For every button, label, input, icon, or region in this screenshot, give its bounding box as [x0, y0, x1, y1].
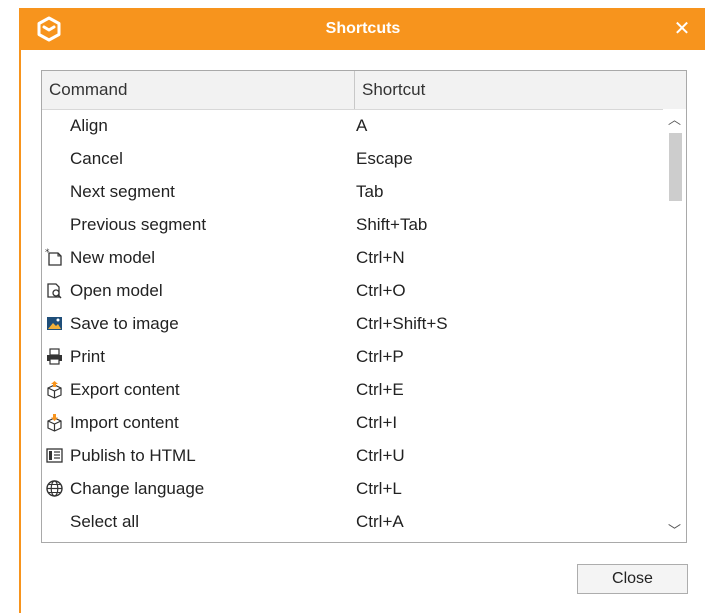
table-row[interactable]: Select all Ctrl+A — [42, 505, 665, 538]
shortcut-cell: Ctrl+P — [356, 347, 404, 366]
table-row[interactable]: Next segment Tab — [42, 175, 665, 208]
scrollbar-thumb[interactable] — [669, 133, 682, 201]
shortcut-cell: Ctrl+A — [356, 512, 404, 531]
printer-icon — [47, 348, 62, 365]
dialog-titlebar: Shortcuts ✕ — [21, 8, 705, 50]
open-document-icon — [47, 283, 62, 299]
column-header-shortcut[interactable]: Shortcut — [355, 71, 665, 109]
export-box-icon — [47, 381, 62, 399]
shortcuts-table: Command Shortcut Align A Cancel Escape N… — [41, 70, 687, 543]
table-row[interactable]: Previous segment Shift+Tab — [42, 208, 665, 241]
shortcut-cell: A — [356, 116, 368, 135]
shortcut-cell: Tab — [356, 182, 384, 201]
scroll-up-icon[interactable]: ︿ — [663, 109, 686, 131]
shortcut-cell: Ctrl+I — [356, 413, 398, 432]
table-header: Command Shortcut — [42, 71, 686, 110]
table-body: Align A Cancel Escape Next segment Tab P… — [42, 109, 665, 542]
close-button[interactable]: Close — [577, 564, 688, 594]
import-box-icon — [47, 414, 62, 432]
table-row[interactable]: Change language Ctrl+L — [42, 472, 665, 505]
table-row[interactable]: Print Ctrl+P — [42, 340, 665, 373]
command-cell: Next segment — [70, 182, 175, 201]
table-row[interactable]: Export content Ctrl+E — [42, 373, 665, 406]
shortcut-cell: Shift+Tab — [356, 215, 428, 234]
new-document-icon: * — [45, 248, 62, 266]
publish-html-icon — [46, 448, 63, 463]
command-cell: Previous segment — [70, 215, 207, 234]
shortcut-cell: Escape — [356, 149, 413, 168]
close-icon[interactable]: ✕ — [667, 14, 697, 44]
command-cell: Import content — [70, 413, 179, 432]
table-row[interactable]: Align A — [42, 109, 665, 142]
shortcuts-dialog: Shortcuts ✕ Command Shortcut Align A Can… — [19, 8, 705, 613]
column-header-command[interactable]: Command — [42, 71, 355, 109]
scroll-down-icon[interactable]: ﹀ — [663, 520, 686, 542]
command-cell: Publish to HTML — [70, 446, 196, 465]
command-cell: Select all — [70, 512, 139, 531]
command-cell: Change language — [70, 479, 205, 498]
image-icon — [47, 317, 62, 330]
shortcut-cell: Ctrl+L — [356, 479, 402, 498]
table-row[interactable]: * New model Ctrl+N — [42, 241, 665, 274]
globe-icon — [46, 480, 63, 497]
table-row[interactable]: Open model Ctrl+O — [42, 274, 665, 307]
table-row[interactable]: Save to image Ctrl+Shift+S — [42, 307, 665, 340]
table-row[interactable]: Publish to HTML Ctrl+U — [42, 439, 665, 472]
command-cell: Save to image — [70, 314, 179, 333]
shortcut-cell: Ctrl+U — [356, 446, 405, 465]
vertical-scrollbar[interactable]: ︿ ﹀ — [663, 109, 686, 542]
command-cell: Cancel — [70, 149, 123, 168]
shortcut-cell: Ctrl+Shift+S — [356, 314, 448, 333]
command-cell: Open model — [70, 281, 163, 300]
shortcut-cell: Ctrl+E — [356, 380, 404, 399]
svg-text:*: * — [45, 248, 50, 258]
table-row[interactable]: Cancel Escape — [42, 142, 665, 175]
command-cell: Print — [70, 347, 105, 366]
shortcut-cell: Ctrl+O — [356, 281, 406, 300]
dialog-title: Shortcuts — [325, 20, 401, 37]
table-row[interactable]: Import content Ctrl+I — [42, 406, 665, 439]
command-cell: Export content — [70, 380, 180, 399]
command-cell: Align — [70, 116, 108, 135]
shortcut-cell: Ctrl+N — [356, 248, 405, 267]
command-cell: New model — [70, 248, 156, 267]
